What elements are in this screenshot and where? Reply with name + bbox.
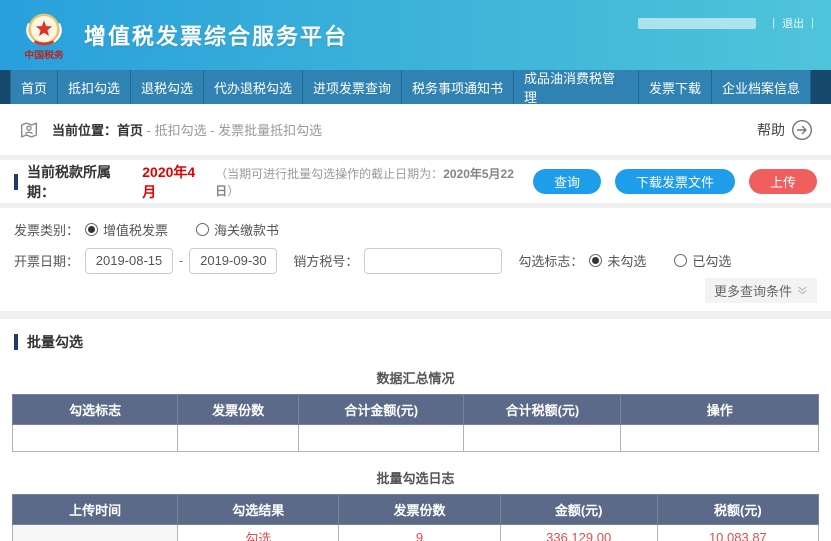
cell-empty [463, 424, 622, 452]
section-divider [0, 311, 831, 319]
app-title: 增值税发票综合服务平台 [84, 24, 349, 49]
main-nav: 首页 抵扣勾选 退税勾选 代办退税勾选 进项发票查询 税务事项通知书 成品油消费… [0, 70, 831, 105]
tax-emblem-icon [26, 13, 62, 46]
breadcrumb-prefix: 当前位置： [52, 123, 118, 138]
nav-tab-company-profile[interactable]: 企业档案信息 [711, 70, 810, 104]
col-check-flag: 勾选标志 [11, 394, 179, 425]
check-flag-label: 勾选标志： [518, 254, 584, 269]
more-query-conditions-label: 更多查询条件 [713, 284, 792, 299]
invoice-type-label: 发票类别： [14, 223, 80, 238]
separator: | [772, 17, 776, 29]
seller-tax-no-label: 销方税号： [293, 254, 359, 269]
section-marker [14, 334, 18, 350]
nav-left-edge [0, 70, 10, 104]
data-summary-table: 勾选标志 发票份数 合计金额(元) 合计税额(元) 操作 [11, 394, 819, 452]
col-check-result: 勾选结果 [177, 494, 340, 525]
filter-panel: 发票类别： 增值税发票 海关缴款书 开票日期： - 销方税号： 勾选标志： 未勾… [0, 208, 831, 311]
summary-header-row: 勾选标志 发票份数 合计金额(元) 合计税额(元) 操作 [11, 394, 819, 425]
date-range-dash: - [179, 253, 184, 268]
nav-tab-agent-refund-check[interactable]: 代办退税勾选 [203, 70, 302, 104]
cell-upload-time: 2020-03-23 14:19:03 [11, 524, 179, 541]
cell-empty [620, 424, 819, 452]
cell-tax: 10,083.87 [656, 524, 820, 541]
nav-tab-oil-tax-management[interactable]: 成品油消费税管理 [513, 70, 638, 105]
col-amount: 金额(元) [499, 494, 658, 525]
radio-option-customs-payment[interactable]: 海关缴款书 [196, 220, 279, 239]
period-note: （当期可进行批量勾选操作的截止日期为：2020年5月22日） [215, 166, 514, 198]
breadcrumb-bar: 当前位置：首页 - 抵扣勾选 - 发票批量抵扣勾选 帮助 [0, 104, 831, 155]
query-button[interactable]: 查询 [532, 169, 601, 194]
cell-result: 勾选 [177, 524, 340, 541]
col-invoice-count: 发票份数 [338, 494, 501, 525]
radio-option-unchecked[interactable]: 未勾选 [589, 251, 646, 270]
col-tax: 税额(元) [656, 494, 820, 525]
nav-tab-refund-check[interactable]: 退税勾选 [130, 70, 203, 104]
col-total-amount: 合计金额(元) [298, 394, 465, 425]
help-label: 帮助 [757, 121, 785, 138]
tax-period-bar: 当前税款所属期： 2020年4月 （当期可进行批量勾选操作的截止日期为：2020… [0, 160, 831, 203]
more-query-conditions-button[interactable]: 更多查询条件 [704, 278, 817, 303]
log-table-title: 批量勾选日志 [376, 471, 455, 486]
period-value: 2020年4月 [142, 163, 196, 200]
seller-tax-no-input[interactable] [364, 247, 503, 274]
more-conditions-row: 更多查询条件 [14, 278, 817, 309]
logout-link[interactable]: 退出 [782, 15, 804, 31]
cell-amount: 336,129.00 [499, 524, 658, 541]
col-upload-time: 上传时间 [11, 494, 179, 525]
nav-tab-home[interactable]: 首页 [10, 70, 57, 104]
top-banner: 中国税务 增值税发票综合服务平台 | 退出 | [0, 0, 831, 70]
radio-label: 未勾选 [607, 254, 647, 269]
separator: | [811, 17, 814, 29]
user-area: | 退出 | [638, 15, 821, 31]
invoice-date-label: 开票日期： [14, 254, 80, 269]
action-buttons: 查询 下载发票文件 上传 [532, 169, 817, 194]
radio-label: 海关缴款书 [214, 223, 280, 238]
cell-empty [177, 424, 300, 452]
col-invoice-count: 发票份数 [177, 394, 300, 425]
radio-unchecked[interactable] [589, 254, 603, 267]
batch-check-title: 批量勾选 [27, 334, 83, 350]
upload-button[interactable]: 上传 [748, 169, 817, 194]
tax-bureau-logo: 中国税务 [16, 10, 72, 60]
redacted-username [638, 17, 757, 29]
radio-label: 已勾选 [692, 254, 732, 269]
download-invoice-file-button[interactable]: 下载发票文件 [614, 169, 735, 194]
radio-option-vat-invoice[interactable]: 增值税发票 [85, 220, 168, 239]
col-total-tax: 合计税额(元) [463, 394, 622, 425]
summary-empty-row [11, 424, 819, 452]
breadcrumb: 当前位置：首页 - 抵扣勾选 - 发票批量抵扣勾选 [52, 120, 322, 139]
double-chevron-down-icon [798, 286, 807, 295]
location-map-icon [18, 119, 40, 141]
arrow-right-circle-icon [791, 119, 813, 140]
radio-label: 增值税发票 [103, 223, 169, 238]
nav-tab-input-invoice-query[interactable]: 进项发票查询 [302, 70, 401, 104]
summary-table-title: 数据汇总情况 [376, 371, 455, 386]
section-marker [14, 173, 18, 190]
cell-empty [298, 424, 465, 452]
batch-check-log-table: 上传时间 勾选结果 发票份数 金额(元) 税额(元) 2020-03-23 14… [11, 494, 820, 541]
col-operation: 操作 [620, 394, 819, 425]
log-row-check: 2020-03-23 14:19:03 勾选 9 336,129.00 10,0… [11, 524, 820, 541]
breadcrumb-trail: - 抵扣勾选 - 发票批量抵扣勾选 [143, 123, 323, 138]
nav-tab-tax-notice[interactable]: 税务事项通知书 [401, 70, 513, 104]
period-label: 当前税款所属期： [27, 163, 111, 200]
logo-caption: 中国税务 [24, 50, 64, 60]
cell-empty [11, 424, 179, 452]
date-to-input[interactable] [189, 247, 278, 274]
nav-tab-deduction-check[interactable]: 抵扣勾选 [57, 70, 130, 104]
radio-option-checked[interactable]: 已勾选 [674, 251, 731, 270]
cell-count: 9 [338, 524, 501, 541]
nav-tab-invoice-download[interactable]: 发票下载 [638, 70, 711, 104]
radio-vat-invoice[interactable] [85, 223, 99, 236]
nav-right-edge [810, 70, 831, 104]
radio-checked[interactable] [674, 254, 688, 267]
invoice-type-row: 发票类别： 增值税发票 海关缴款书 [14, 214, 817, 245]
date-from-input[interactable] [85, 247, 174, 274]
log-header-row: 上传时间 勾选结果 发票份数 金额(元) 税额(元) [11, 494, 820, 525]
radio-customs-payment[interactable] [196, 223, 210, 236]
batch-check-section-header: 批量勾选 [0, 319, 831, 358]
help-link[interactable]: 帮助 [757, 119, 813, 141]
breadcrumb-current[interactable]: 首页 [117, 123, 143, 138]
query-condition-row: 开票日期： - 销方税号： 勾选标志： 未勾选 已勾选 [14, 245, 817, 276]
